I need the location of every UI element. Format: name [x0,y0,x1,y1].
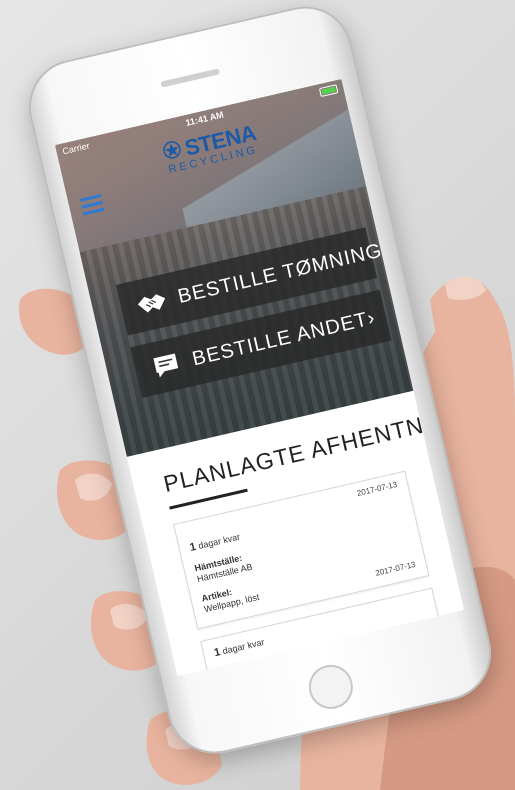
menu-line [82,207,105,216]
days-count: 1 [212,646,222,660]
chat-icon [147,348,186,383]
days-suffix: dagar kvar [221,636,266,657]
hamburger-menu-icon[interactable] [79,193,105,216]
handshake-icon [132,286,171,321]
battery-icon [318,83,339,97]
days-count: 1 [188,540,198,554]
speaker-grill [160,68,221,88]
home-button[interactable] [304,660,358,714]
days-suffix: dagar kvar [197,531,241,551]
battery-level [321,86,336,95]
